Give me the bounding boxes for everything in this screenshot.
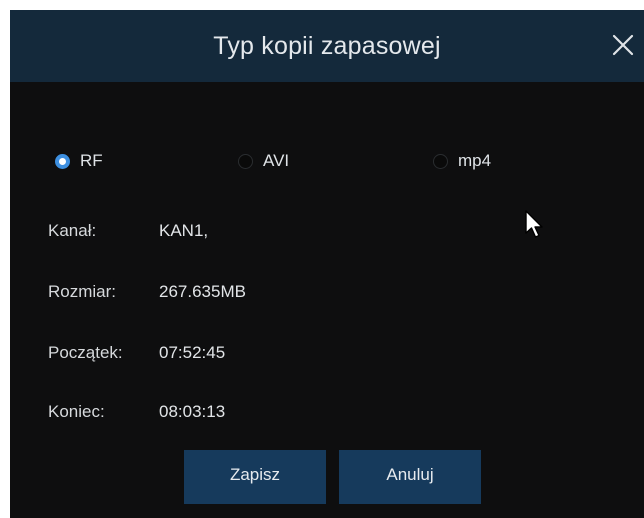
- cancel-button[interactable]: Anuluj: [339, 450, 481, 504]
- radio-label-rf: RF: [80, 151, 103, 170]
- mouse-pointer-icon: [525, 210, 543, 238]
- radio-label-avi: AVI: [263, 151, 290, 170]
- radio-button-avi[interactable]: [238, 153, 253, 169]
- end-time-value: 08:03:13: [159, 402, 226, 421]
- channel-value: KAN1,: [159, 221, 209, 240]
- radio-option-rf[interactable]: RF: [55, 146, 103, 176]
- close-icon: [612, 34, 634, 56]
- backup-type-dialog: Typ kopii zapasowej RF AVI mp4 Kanał: KA…: [10, 10, 644, 518]
- size-label: Rozmiar:: [48, 282, 117, 301]
- save-button[interactable]: Zapisz: [184, 450, 326, 504]
- start-time-label: Początek:: [48, 343, 123, 362]
- start-time-value: 07:52:45: [159, 343, 226, 362]
- radio-label-mp4: mp4: [458, 151, 492, 170]
- radio-option-mp4[interactable]: mp4: [433, 146, 491, 176]
- radio-option-avi[interactable]: AVI: [238, 146, 289, 176]
- size-value: 267.635MB: [159, 282, 246, 301]
- format-radio-group: RF AVI mp4: [10, 146, 644, 176]
- end-time-label: Koniec:: [48, 402, 105, 421]
- channel-label: Kanał:: [48, 221, 97, 240]
- close-button[interactable]: [606, 28, 640, 62]
- dialog-title: Typ kopii zapasowej: [213, 32, 441, 60]
- radio-button-mp4[interactable]: [433, 153, 448, 169]
- dialog-titlebar: Typ kopii zapasowej: [10, 10, 644, 82]
- radio-button-rf[interactable]: [55, 153, 70, 169]
